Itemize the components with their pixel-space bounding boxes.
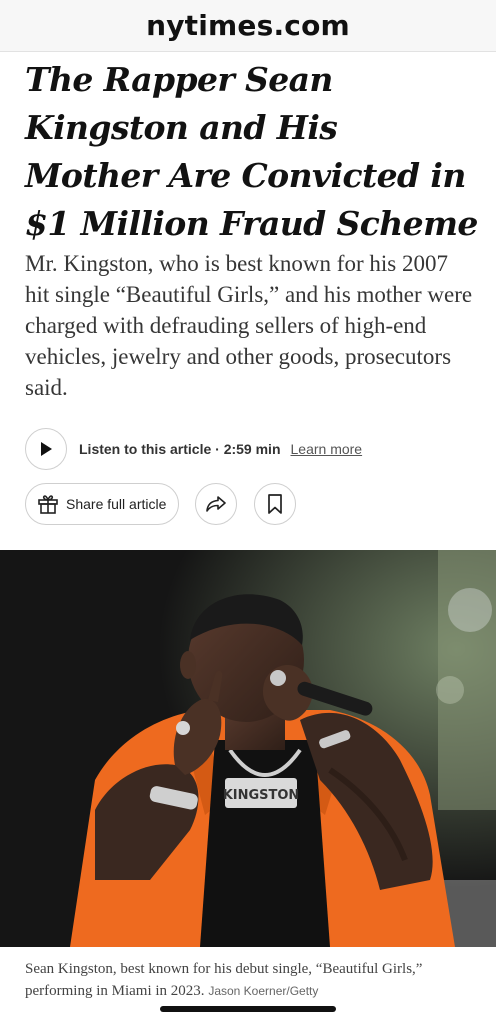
article-photo: KINGSTON — [0, 550, 496, 947]
article-summary: Mr. Kingston, who is best known for his … — [25, 251, 473, 400]
gift-icon — [38, 495, 58, 514]
play-button[interactable] — [25, 428, 67, 470]
shirt-lettering: KINGSTON — [223, 788, 300, 803]
share-label: Share full article — [66, 496, 167, 512]
save-button[interactable] — [254, 483, 297, 525]
domain-label: nytimes.com — [146, 9, 350, 42]
home-indicator[interactable] — [160, 1006, 336, 1012]
share-full-article-button[interactable]: Share full article — [25, 483, 180, 525]
article-headline: The Rapper Sean Kingston and His Mother … — [25, 60, 478, 243]
share-button[interactable] — [195, 483, 238, 525]
photo-credit: Jason Koerner/Getty — [208, 984, 319, 998]
audio-player: Listen to this article · 2:59 min Learn … — [25, 428, 362, 470]
bookmark-icon — [268, 494, 283, 514]
browser-address-bar[interactable]: nytimes.com — [0, 0, 496, 52]
photo-caption: Sean Kingston, best known for his debut … — [25, 958, 465, 1002]
learn-more-link[interactable]: Learn more — [291, 441, 363, 457]
article-actions: Share full article — [25, 483, 297, 525]
listen-label: Listen to this article · 2:59 min — [79, 441, 281, 457]
share-arrow-icon — [206, 496, 227, 512]
play-icon — [41, 442, 52, 456]
